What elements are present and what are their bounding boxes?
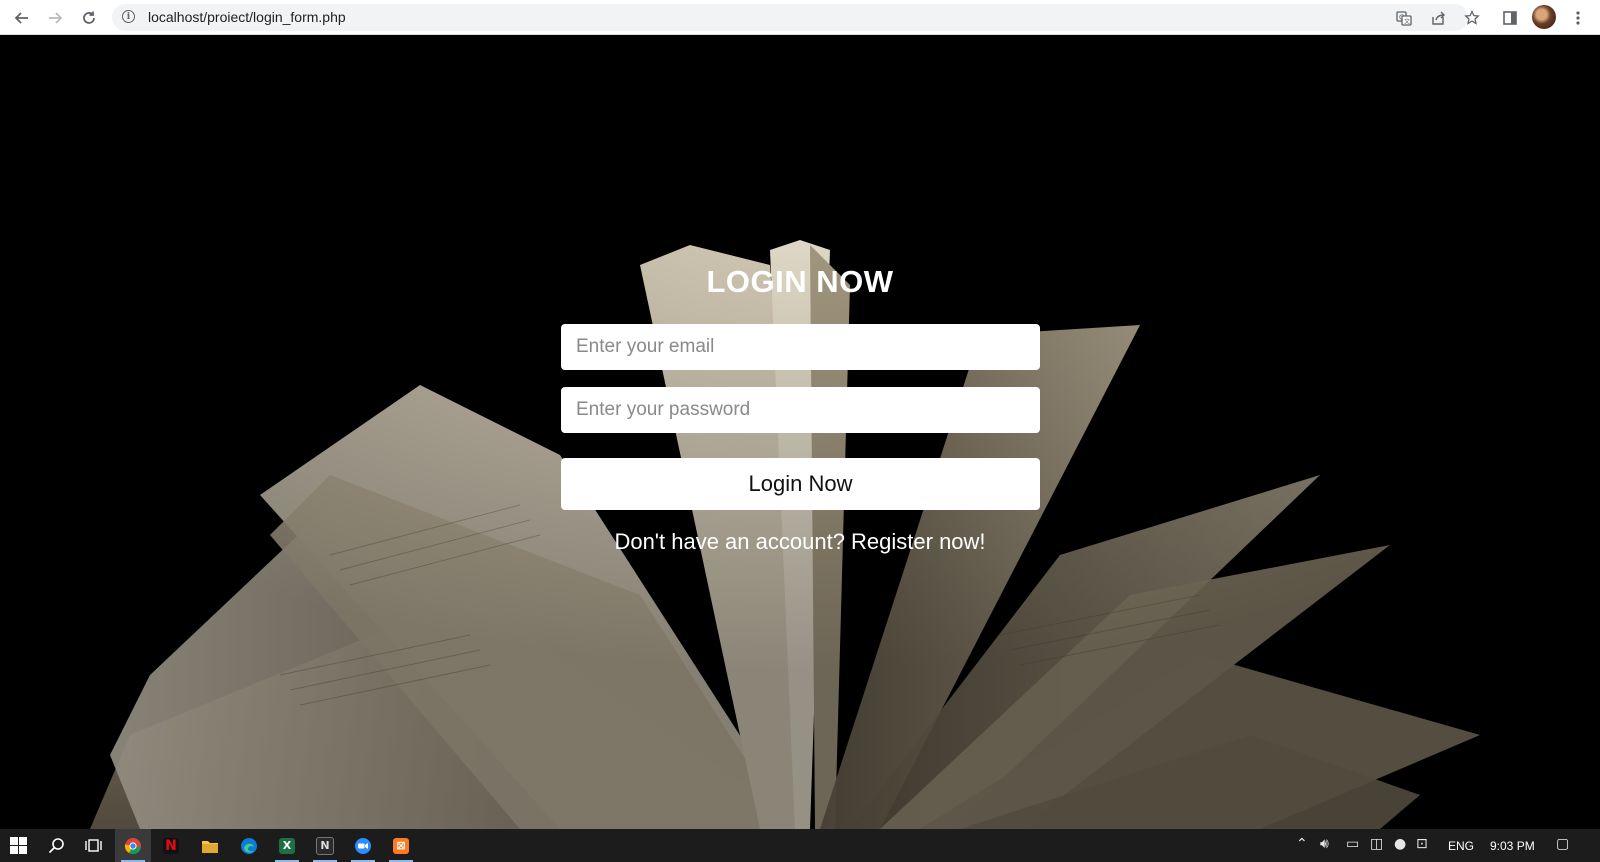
address-bar[interactable]: i localhost/proiect/login_form.php G文 — [112, 4, 1480, 31]
taskbar-excel-icon[interactable]: X — [269, 829, 305, 862]
url-text[interactable]: localhost/proiect/login_form.php — [148, 9, 346, 25]
back-button[interactable] — [11, 7, 33, 29]
camera-icon[interactable]: ◫ — [1370, 837, 1383, 851]
taskbar-xampp-icon[interactable]: ⊠ — [383, 829, 419, 862]
network-icon[interactable]: ⊡ — [1416, 837, 1428, 851]
taskbar-edge-icon[interactable] — [231, 829, 267, 862]
taskbar-netflix-icon[interactable]: N — [153, 829, 189, 862]
taskbar-chrome-icon[interactable] — [115, 829, 151, 862]
taskbar-file-explorer-icon[interactable] — [192, 829, 228, 862]
star-icon[interactable] — [1462, 8, 1482, 28]
task-view-icon[interactable] — [75, 829, 111, 862]
taskbar: N X N ⊠ ⌃ 🔊︎ ▭ ◫ ● ⊡ ENG 9:03 PM ▢ — [0, 829, 1600, 862]
login-page: LOGIN NOW Login Now Don't have an accoun… — [0, 35, 1600, 829]
login-title: LOGIN NOW — [706, 264, 894, 299]
svg-text:文: 文 — [1404, 18, 1410, 26]
taskbar-notion-icon[interactable]: N — [307, 829, 343, 862]
login-button[interactable]: Login Now — [561, 458, 1040, 510]
language-indicator[interactable]: ENG — [1448, 839, 1474, 853]
reload-button[interactable] — [78, 7, 100, 29]
clock[interactable]: 9:03 PM — [1490, 839, 1535, 853]
share-icon[interactable] — [1428, 8, 1448, 28]
show-hidden-icons-chevron-up-icon[interactable]: ⌃ — [1296, 837, 1308, 851]
taskbar-zoom-icon[interactable] — [345, 829, 381, 862]
register-prompt: Don't have an account? Register now! — [0, 529, 1600, 555]
site-info-icon[interactable]: i — [122, 10, 135, 23]
microphone-icon[interactable]: ● — [1394, 837, 1406, 851]
password-input[interactable] — [561, 387, 1040, 433]
translate-icon[interactable]: G文 — [1394, 8, 1414, 28]
profile-avatar[interactable] — [1532, 5, 1556, 29]
windows-start-icon[interactable] — [0, 829, 36, 862]
arrow-left-icon — [14, 12, 28, 24]
register-link[interactable]: Don't have an account? Register now! — [614, 529, 985, 554]
side-panel-icon[interactable] — [1499, 7, 1521, 29]
kebab-menu-icon[interactable] — [1567, 7, 1589, 29]
email-input[interactable] — [561, 324, 1040, 370]
search-icon[interactable] — [38, 829, 74, 862]
forward-button[interactable] — [44, 7, 66, 29]
volume-icon[interactable]: 🔊︎ — [1320, 837, 1329, 851]
arrow-right-icon — [49, 12, 63, 24]
notifications-icon[interactable]: ▢ — [1556, 837, 1569, 851]
reload-icon — [83, 11, 95, 24]
browser-toolbar: i localhost/proiect/login_form.php G文 — [0, 0, 1600, 35]
battery-icon[interactable]: ▭ — [1346, 837, 1359, 851]
